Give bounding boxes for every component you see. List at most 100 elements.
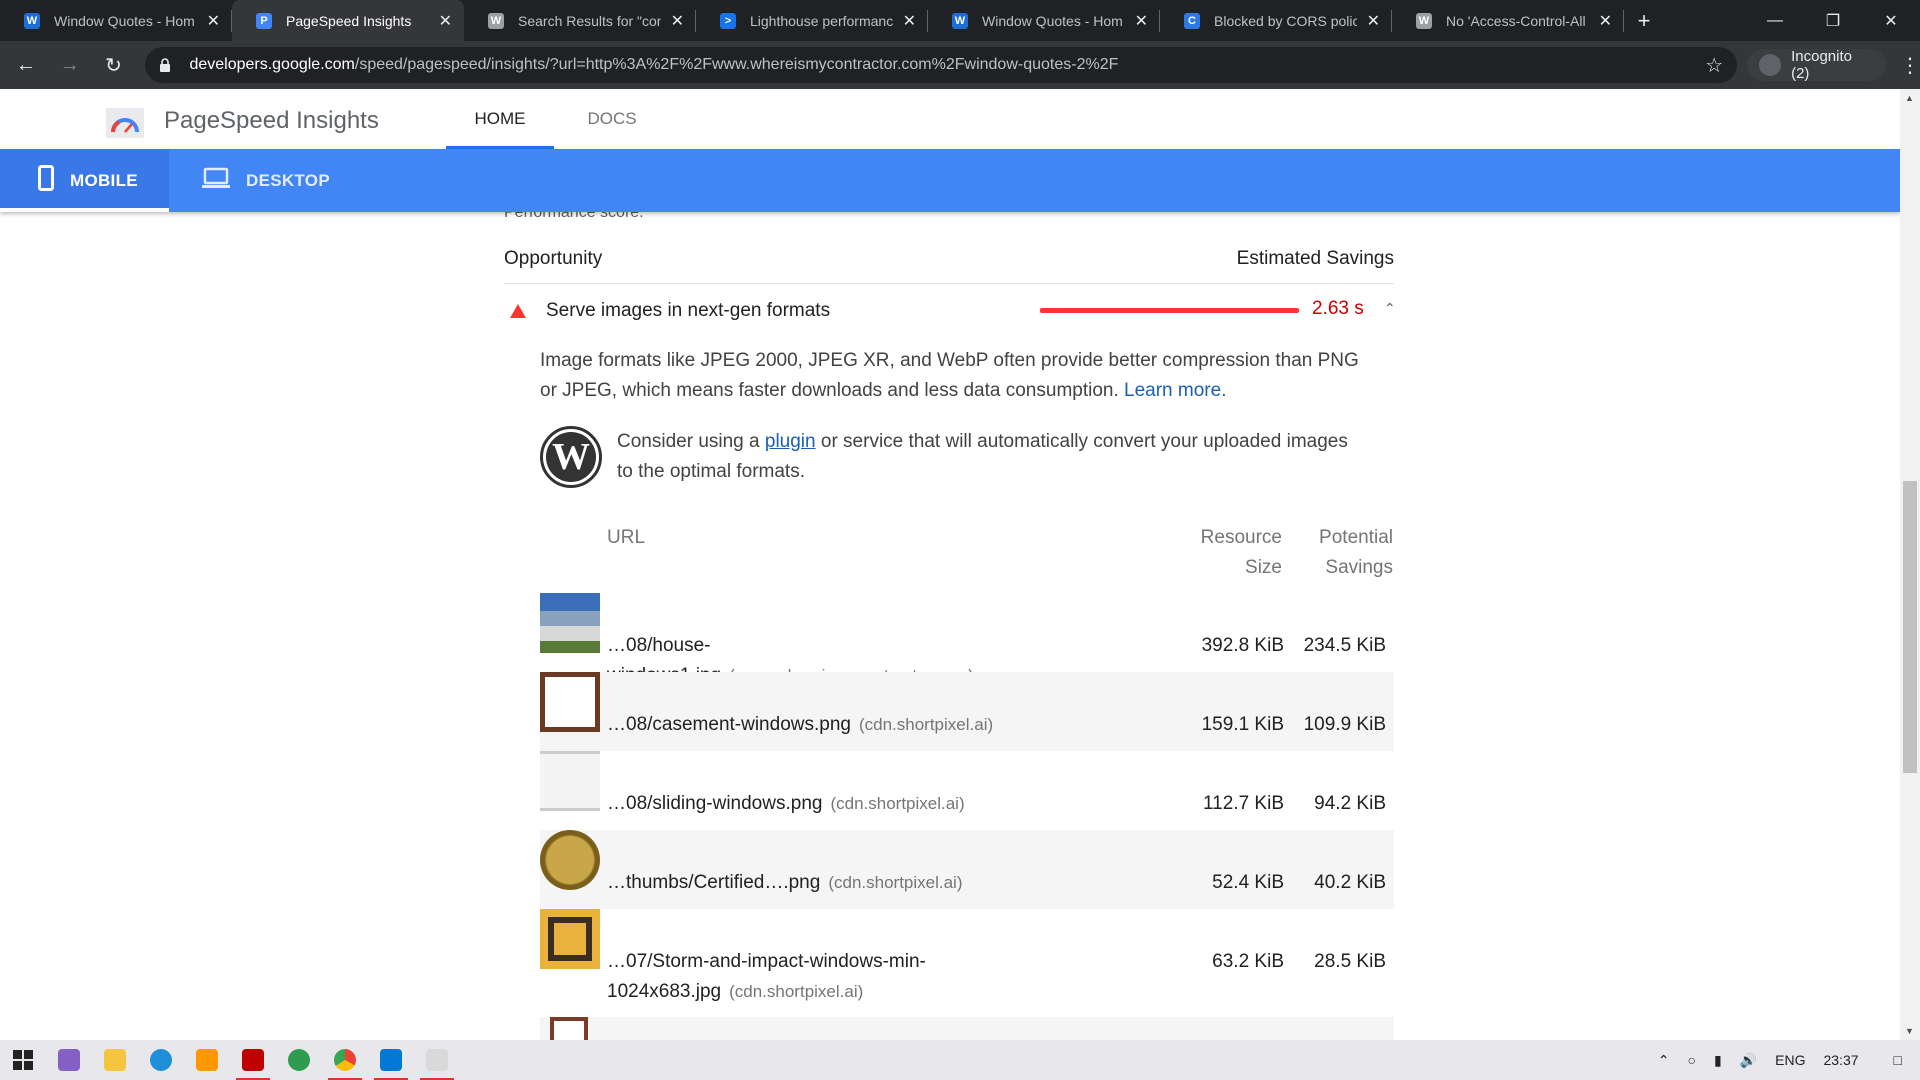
tab-mobile[interactable]: MOBILE <box>0 149 169 212</box>
col-size-header: Resource Size <box>1182 523 1282 583</box>
col-size-header-2: Size <box>1245 557 1282 578</box>
volume-icon[interactable]: 🔊 <box>1740 1052 1757 1069</box>
network-icon[interactable]: ○ <box>1688 1052 1696 1068</box>
system-tray: ⌃ ○ ▮ 🔊 ENG 23:37 □ <box>1649 1040 1920 1080</box>
paint-icon[interactable] <box>414 1040 460 1080</box>
audit-description: Image formats like JPEG 2000, JPEG XR, a… <box>540 346 1360 406</box>
thumbnail-certified-badge <box>540 830 600 890</box>
learn-more-link[interactable]: Learn more <box>1124 380 1221 401</box>
vscode-icon[interactable] <box>368 1040 414 1080</box>
psi-header: PageSpeed Insights HOME DOCS <box>0 89 1900 149</box>
plugin-link[interactable]: plugin <box>765 431 816 452</box>
file-explorer-icon[interactable] <box>92 1040 138 1080</box>
chevron-up-icon[interactable]: ⌃ <box>1658 1052 1670 1069</box>
lock-icon <box>159 58 171 72</box>
row-url[interactable]: …08/sliding-windows.png (cdn.shortpixel.a… <box>607 789 1027 819</box>
row-savings: 40.2 KiB <box>1314 872 1386 893</box>
edge-icon[interactable] <box>138 1040 184 1080</box>
incognito-label: Incognito (2) <box>1791 48 1852 82</box>
address-bar[interactable]: developers.google.com/speed/pagespeed/in… <box>145 47 1738 83</box>
row-size: 159.1 KiB <box>1201 714 1284 735</box>
period: . <box>1221 380 1227 401</box>
new-tab-button[interactable]: + <box>1624 0 1664 41</box>
browser-tab[interactable]: W Window Quotes - Hom ✕ <box>928 0 1160 41</box>
tab-title: Lighthouse performanc <box>750 12 893 29</box>
tab-desktop[interactable]: DESKTOP <box>202 149 330 212</box>
minimize-icon[interactable]: — <box>1746 0 1804 41</box>
col-savings-header: Potential Savings <box>1293 523 1393 583</box>
language-indicator[interactable]: ENG <box>1775 1052 1805 1068</box>
nav-docs[interactable]: DOCS <box>566 89 658 149</box>
row-url[interactable]: …thumbs/Certified….png (cdn.shortpixel.ai… <box>607 868 1027 898</box>
phone-icon <box>38 165 54 196</box>
row-size: 63.2 KiB <box>1212 951 1284 972</box>
row-savings: 234.5 KiB <box>1303 635 1386 656</box>
thumbnail-house-windows <box>540 593 600 653</box>
audit-title: Serve images in next-gen formats <box>546 300 831 321</box>
row-size: 112.7 KiB <box>1203 793 1284 814</box>
close-tab-icon[interactable]: ✕ <box>671 11 684 31</box>
audit-next-gen-formats[interactable]: Serve images in next-gen formats 2.63 s … <box>504 296 1396 326</box>
bookmark-star-icon[interactable]: ☆ <box>1705 53 1723 78</box>
close-tab-icon[interactable]: ✕ <box>1367 11 1380 31</box>
url-path: /speed/pagespeed/insights/?url=http%3A%2… <box>354 56 1119 73</box>
close-tab-icon[interactable]: ✕ <box>1599 11 1612 31</box>
col-savings-header-2: Savings <box>1325 557 1393 578</box>
row-url[interactable]: …07/Storm-and-impact-windows-min-1024x68… <box>607 947 987 1007</box>
back-icon[interactable]: ← <box>8 47 44 83</box>
row-size: 392.8 KiB <box>1201 635 1284 656</box>
chevron-up-icon[interactable]: ⌃ <box>1384 300 1396 317</box>
close-window-icon[interactable]: ✕ <box>1862 0 1920 41</box>
browser-tab[interactable]: W Window Quotes - Hom ✕ <box>0 0 232 41</box>
brand-name: PageSpeed Insights <box>164 107 379 134</box>
browser-toolbar: ← → ↻ developers.google.com/speed/pagesp… <box>0 41 1920 89</box>
clock[interactable]: 23:37 <box>1823 1052 1858 1068</box>
savings-bar <box>1040 308 1299 313</box>
browser-menu-icon[interactable]: ⋮ <box>1900 53 1920 78</box>
audit-description-text: Image formats like JPEG 2000, JPEG XR, a… <box>540 350 1359 401</box>
visual-studio-icon[interactable] <box>46 1040 92 1080</box>
scroll-down-icon[interactable]: ▼ <box>1905 1026 1914 1036</box>
scroll-up-icon[interactable]: ▲ <box>1905 93 1914 103</box>
reload-icon[interactable]: ↻ <box>96 47 132 83</box>
app-icon[interactable] <box>276 1040 322 1080</box>
incognito-button[interactable]: Incognito (2) <box>1747 48 1886 82</box>
table-row: …07/Storm-and-impact-windows-min-1024x68… <box>540 909 1394 1017</box>
forward-icon[interactable]: → <box>52 47 88 83</box>
wp-tip-pre: Consider using a <box>617 431 765 452</box>
table-row: …thumbs/Certified….png (cdn.shortpixel.ai… <box>540 830 1394 909</box>
nav-home[interactable]: HOME <box>446 89 554 149</box>
tab-favicon-icon: C <box>1184 12 1200 29</box>
wordpress-icon: W <box>540 426 602 488</box>
scrollbar-thumb[interactable] <box>1903 481 1917 773</box>
opportunity-header: Opportunity Estimated Savings <box>504 248 1394 270</box>
table-row: …08/sliding-windows.png (cdn.shortpixel.a… <box>540 751 1394 830</box>
pagespeed-logo-icon <box>106 104 144 138</box>
browser-tab[interactable]: P PageSpeed Insights ✕ <box>232 0 464 41</box>
notifications-icon[interactable]: □ <box>1894 1052 1902 1068</box>
close-tab-icon[interactable]: ✕ <box>439 11 452 31</box>
window-controls: — ❐ ✕ <box>1746 0 1920 41</box>
browser-tab[interactable]: C Blocked by CORS polic ✕ <box>1160 0 1392 41</box>
close-tab-icon[interactable]: ✕ <box>903 11 916 31</box>
start-icon[interactable] <box>0 1040 46 1080</box>
restore-icon[interactable]: ❐ <box>1804 0 1862 41</box>
close-tab-icon[interactable]: ✕ <box>1135 11 1148 31</box>
sublime-icon[interactable] <box>184 1040 230 1080</box>
col-url-header: URL <box>607 527 646 548</box>
filezilla-icon[interactable] <box>230 1040 276 1080</box>
row-size: 52.4 KiB <box>1212 872 1284 893</box>
incognito-icon <box>1759 54 1782 76</box>
page-scrollbar[interactable]: ▲ ▼ <box>1900 89 1920 1040</box>
thumbnail-storm-windows <box>540 909 600 969</box>
tab-favicon-icon: W <box>488 12 504 29</box>
battery-icon[interactable]: ▮ <box>1714 1052 1722 1069</box>
close-tab-icon[interactable]: ✕ <box>207 11 220 31</box>
browser-tab[interactable]: W Search Results for "con ✕ <box>464 0 696 41</box>
browser-tab[interactable]: W No 'Access-Control-All ✕ <box>1392 0 1624 41</box>
browser-tab[interactable]: > Lighthouse performanc ✕ <box>696 0 928 41</box>
chrome-icon[interactable] <box>322 1040 368 1080</box>
tab-title: Blocked by CORS polic <box>1214 12 1357 29</box>
row-url[interactable]: …08/casement-windows.png (cdn.shortpixel.… <box>607 710 1027 740</box>
tab-desktop-label: DESKTOP <box>246 170 330 190</box>
